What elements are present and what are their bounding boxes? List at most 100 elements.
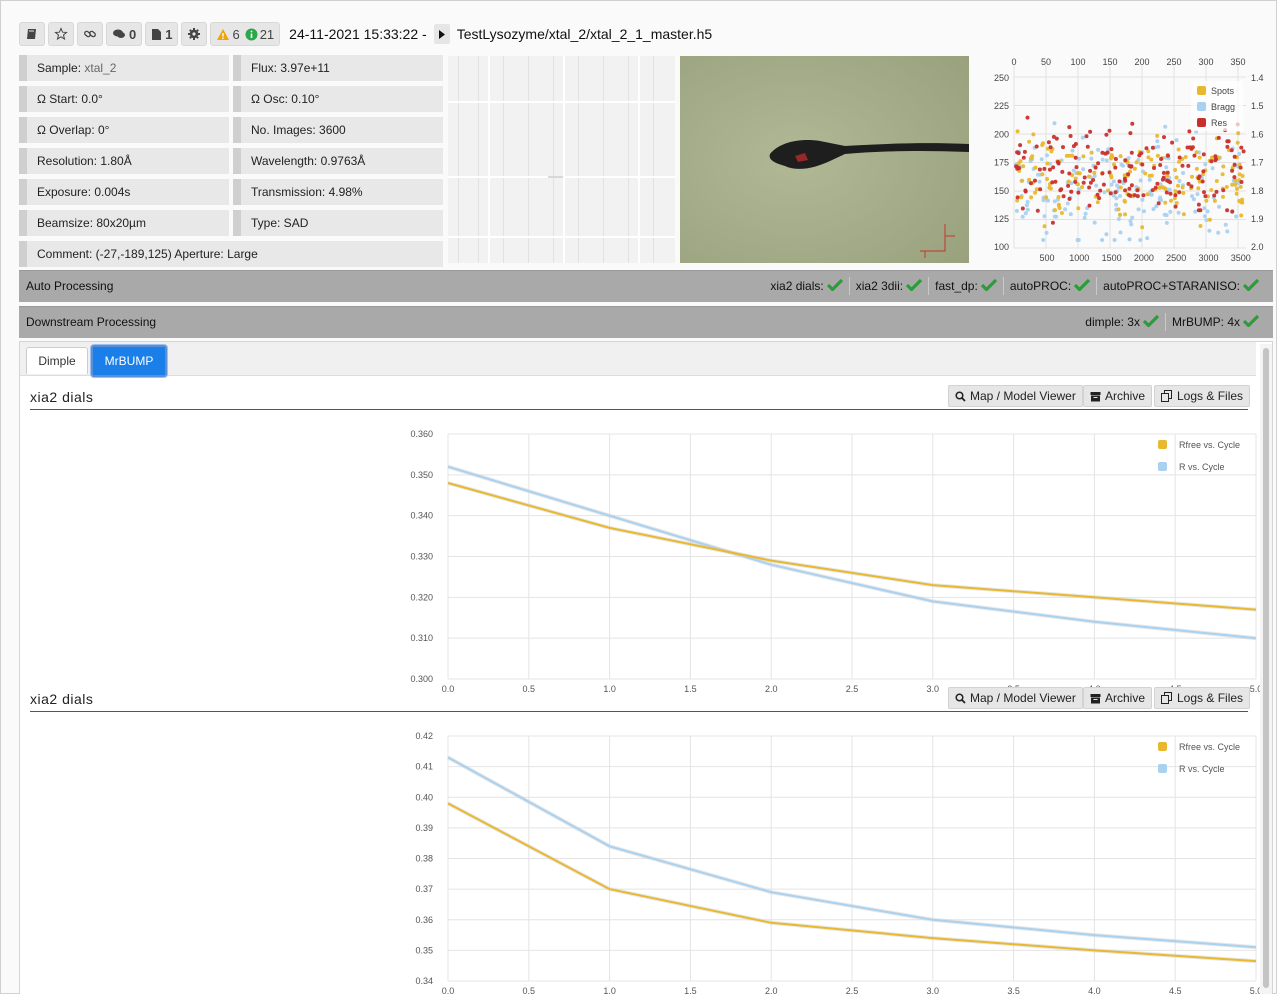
top-axis-tick: 350 (1230, 57, 1245, 67)
check-icon (826, 278, 843, 294)
scatter-point (1155, 153, 1160, 158)
downstream-processing-bar[interactable]: Downstream Processing dimple: 3x MrBUMP: … (19, 306, 1273, 338)
scatter-point (1089, 150, 1094, 155)
downstream-processing-status-item[interactable]: MrBUMP: 4x (1166, 314, 1265, 330)
scatter-point (1143, 171, 1148, 176)
downstream-processing-status-label: MrBUMP: 4x (1171, 315, 1240, 329)
scatter-point (1174, 201, 1179, 205)
auto-processing-status-item[interactable]: xia2 3dii: (850, 278, 928, 294)
scatter-point (1123, 158, 1128, 163)
scatter-legend: Spots Bragg Res (1191, 81, 1243, 131)
scatter-point (1094, 183, 1099, 188)
archive-button[interactable]: Archive (1083, 385, 1153, 407)
y-axis-tick: 0.310 (410, 633, 433, 643)
auto-processing-status-item[interactable]: autoPROC: (1004, 278, 1096, 294)
alerts-button[interactable]: 6 21 (210, 22, 281, 46)
r-factor-chart[interactable]: 0.00.51.01.52.02.53.03.54.04.55.00.3000.… (400, 426, 1260, 696)
scatter-point (1123, 199, 1127, 204)
bottom-axis-tick: 1000 (1069, 253, 1089, 263)
scatter-point (1100, 238, 1105, 242)
scatter-point (1052, 121, 1057, 126)
x-axis-tick: 3.0 (927, 986, 940, 994)
archive-button[interactable]: Archive (1083, 687, 1153, 709)
check-icon (1242, 278, 1260, 294)
scatter-point (1041, 238, 1046, 242)
x-axis-tick: 0.5 (523, 684, 536, 694)
scatter-point (1109, 147, 1114, 152)
scatter-point (1034, 187, 1039, 192)
map-model-viewer-button[interactable]: Map / Model Viewer (948, 385, 1083, 407)
scatter-point (1189, 184, 1194, 189)
auto-processing-status-item[interactable]: fast_dp: (929, 278, 1003, 294)
scatter-point (1157, 185, 1162, 190)
right-axis-tick: 1.6 (1251, 129, 1264, 139)
scatter-point (1115, 183, 1119, 188)
link-icon[interactable] (77, 22, 103, 46)
map-model-viewer-label: Map / Model Viewer (970, 691, 1076, 705)
scatter-point (1015, 129, 1020, 134)
scatter-point (1104, 232, 1109, 237)
sample-field: Sample: xtal_2 (19, 55, 229, 81)
scatter-point (1035, 208, 1040, 213)
legend-swatch (1197, 118, 1206, 127)
auto-processing-status-item[interactable]: autoPROC+STARANISO: (1097, 278, 1265, 294)
scatter-point (1029, 181, 1033, 186)
auto-processing-bar[interactable]: Auto Processing xia2 dials: xia2 3dii: fas… (19, 270, 1273, 302)
x-axis-tick: 2.0 (765, 684, 778, 694)
downstream-processing-status-item[interactable]: dimple: 3x (1079, 314, 1165, 330)
diffraction-image[interactable] (448, 56, 675, 263)
book-icon[interactable] (19, 22, 45, 46)
scatter-point (1174, 175, 1179, 180)
crystal-image[interactable] (680, 56, 969, 263)
resolution-field: Resolution: 1.80Å (19, 148, 229, 174)
files-button[interactable]: 1 (145, 22, 179, 46)
logs-files-button[interactable]: Logs & Files (1154, 687, 1251, 709)
scatter-point (1196, 186, 1201, 191)
scatter-point (1126, 156, 1131, 161)
section-title: xia2 dials (30, 691, 94, 707)
scatter-point (1210, 155, 1214, 160)
scatter-point (1238, 165, 1243, 170)
top-axis-tick: 50 (1041, 57, 1051, 67)
tab-mrbump[interactable]: MrBUMP (91, 345, 167, 377)
scatter-point (1067, 171, 1072, 176)
scatter-point (1225, 144, 1230, 149)
archive-icon (1090, 693, 1101, 703)
scatter-point (1111, 179, 1116, 184)
settings-button[interactable] (181, 22, 208, 46)
spot-scatter-plot[interactable]: 0 50 100 150 200 250 300 350 500 1000 1500 2000 2500… (986, 53, 1271, 268)
scatter-point (1205, 209, 1210, 214)
scatter-point (1080, 185, 1085, 190)
scrollbar-thumb[interactable] (1263, 348, 1269, 988)
scatter-point (1020, 178, 1025, 183)
scatter-point (1096, 147, 1101, 152)
scatter-point (1144, 146, 1149, 151)
vertical-scrollbar[interactable] (1260, 344, 1272, 994)
scatter-point (1128, 164, 1133, 169)
map-model-viewer-button[interactable]: Map / Model Viewer (948, 687, 1083, 709)
scatter-point (1027, 139, 1032, 144)
auto-processing-status-label: autoPROC+STARANISO: (1103, 279, 1240, 293)
scatter-point (1221, 194, 1225, 199)
scatter-point (1159, 198, 1164, 203)
auto-processing-status-item[interactable]: xia2 dials: (764, 278, 848, 294)
scatter-point (1156, 201, 1161, 206)
scatter-point (1192, 153, 1197, 158)
scatter-point (1209, 159, 1214, 164)
r-factor-chart[interactable]: 0.0 0.5 1.0 1.5 2.0 2.5 3.0 3.5 4.0 4.5 5.0 0.34 0.3… (400, 728, 1260, 994)
star-icon[interactable] (48, 22, 74, 46)
scatter-point (1169, 198, 1173, 203)
right-axis-tick: 1.5 (1251, 101, 1264, 111)
scatter-point (1155, 133, 1160, 138)
expand-arrow-icon[interactable] (433, 24, 450, 44)
tab-dimple[interactable]: Dimple (26, 347, 88, 374)
scatter-point (1173, 204, 1178, 209)
wavelength-field: Wavelength: 0.9763Å (233, 148, 443, 174)
scatter-point (1160, 177, 1165, 182)
archive-label: Archive (1105, 389, 1146, 403)
scatter-point (1204, 198, 1209, 203)
comments-button[interactable]: 0 (106, 22, 143, 46)
scatter-point (1102, 190, 1107, 195)
scatter-point (1066, 179, 1071, 184)
logs-files-button[interactable]: Logs & Files (1154, 385, 1251, 407)
